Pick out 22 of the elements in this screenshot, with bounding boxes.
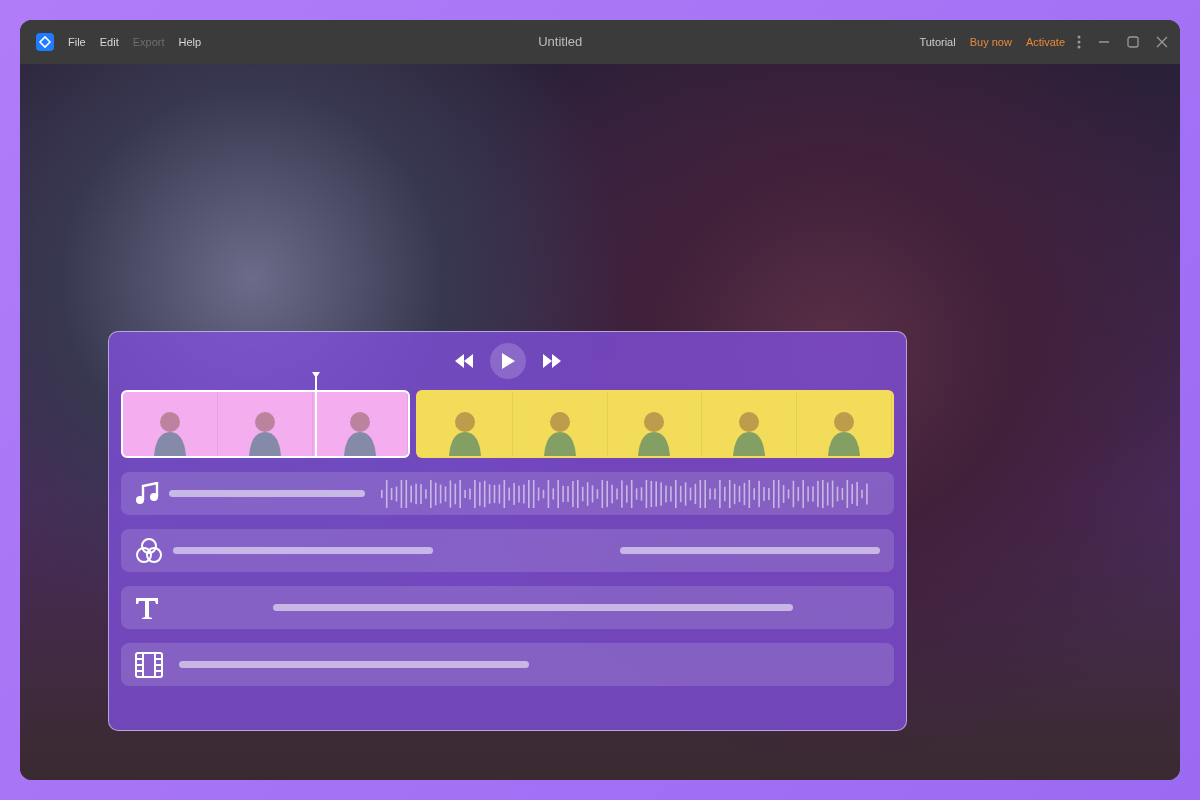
menu-item[interactable]: Edit: [99, 33, 119, 51]
header-link[interactable]: Tutorial: [919, 33, 956, 51]
header-link[interactable]: Buy now: [969, 33, 1012, 51]
close-icon[interactable]: [1156, 36, 1168, 48]
letter-t-icon: [135, 595, 159, 620]
more-icon[interactable]: [1077, 35, 1081, 49]
overlapping-circles-icon: [135, 536, 163, 565]
maximize-icon[interactable]: [1127, 36, 1139, 48]
menu-item[interactable]: Help: [178, 33, 202, 51]
fast-forward-icon[interactable]: [541, 354, 562, 368]
header-link[interactable]: Activate: [1025, 33, 1065, 51]
film-strip-icon: [135, 651, 163, 678]
video-clip[interactable]: [415, 390, 894, 458]
window-title: Untitled: [538, 33, 583, 52]
app-logo-icon: [36, 33, 54, 51]
rewind-icon[interactable]: [453, 354, 474, 368]
play-button[interactable]: [489, 343, 526, 379]
playhead-icon[interactable]: [311, 372, 321, 458]
menu-item[interactable]: File: [68, 33, 86, 51]
video-clip[interactable]: [121, 390, 410, 458]
music-note-icon: [135, 481, 159, 506]
play-icon: [500, 353, 515, 369]
